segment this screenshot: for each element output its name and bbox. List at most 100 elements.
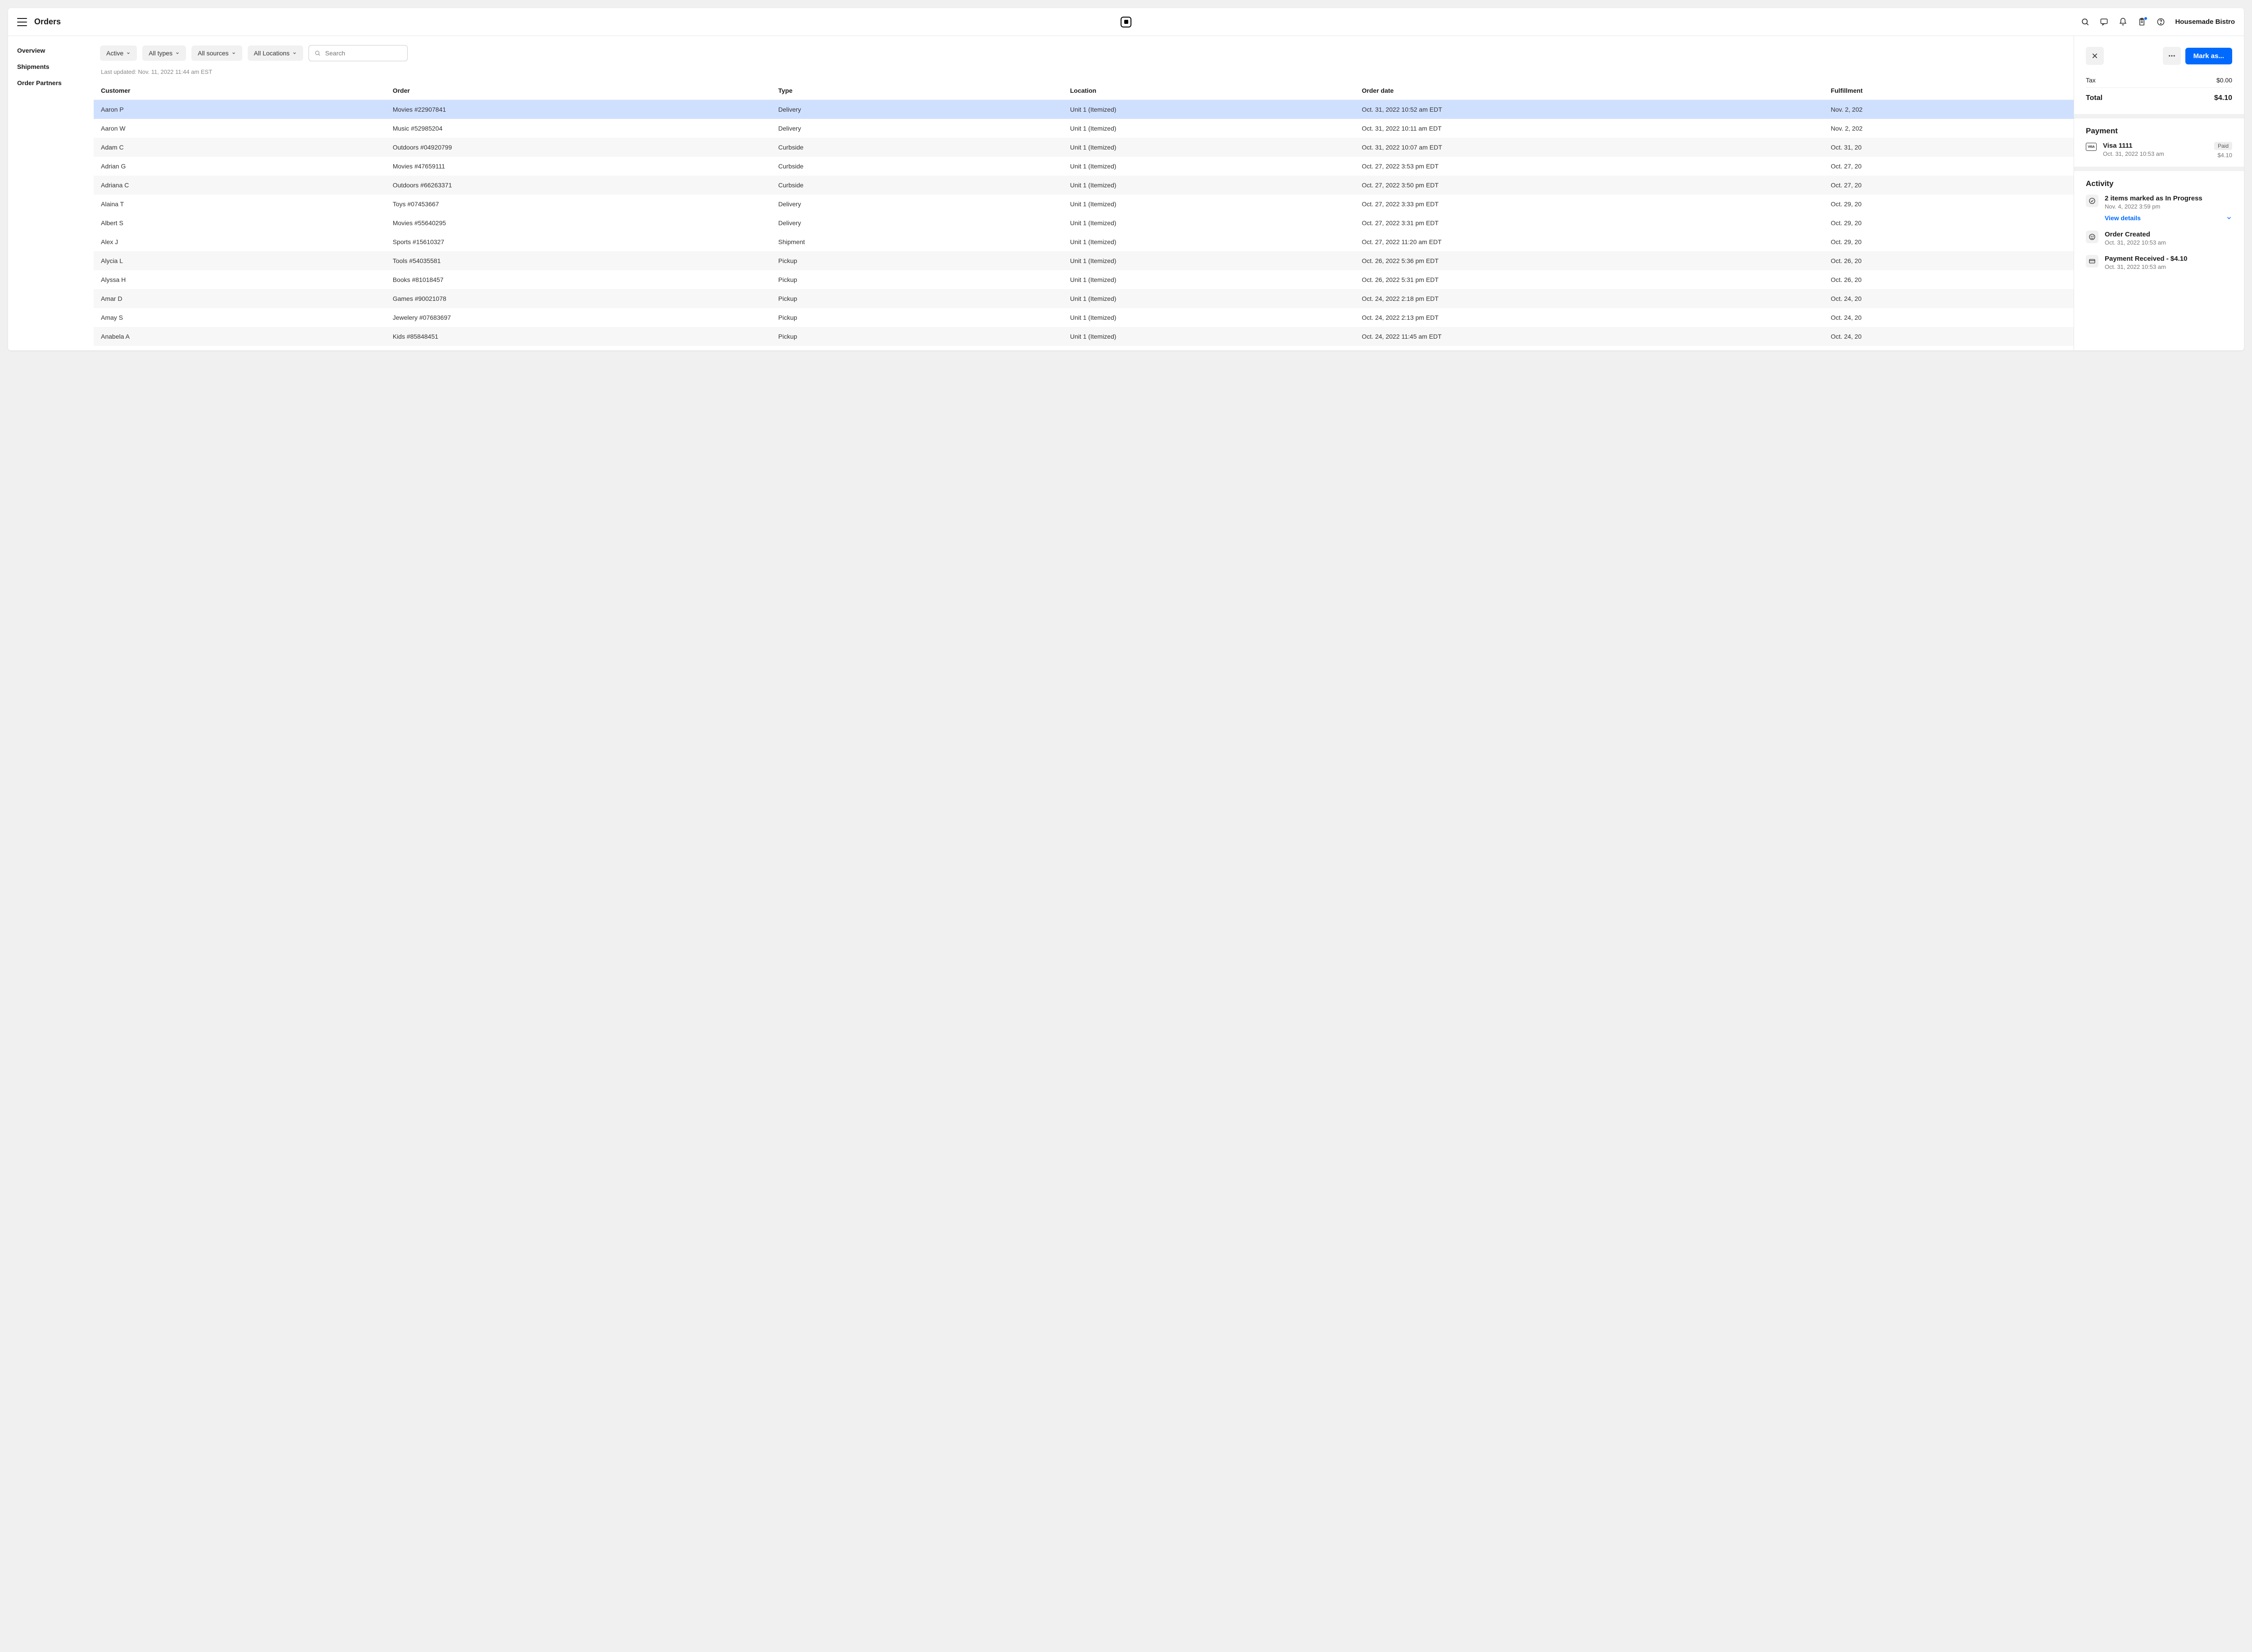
col-order[interactable]: Order	[386, 82, 771, 100]
chevron-down-icon	[232, 51, 236, 55]
activity-timestamp: Oct. 31, 2022 10:53 am	[2105, 263, 2232, 270]
cell-customer: Amay S	[94, 308, 386, 327]
close-button[interactable]	[2086, 47, 2104, 65]
table-row[interactable]: Anabela AKids #85848451PickupUnit 1 (Ite…	[94, 327, 2074, 346]
sidebar-item-overview[interactable]: Overview	[17, 47, 85, 54]
activity-section-title: Activity	[2086, 179, 2232, 188]
cell-date: Oct. 31, 2022 10:52 am EDT	[1355, 100, 1824, 119]
view-details-link[interactable]: View details	[2105, 214, 2232, 222]
cell-customer: Aaron W	[94, 119, 386, 138]
col-fulfillment[interactable]: Fulfillment	[1824, 82, 2074, 100]
cell-date: Oct. 26, 2022 5:36 pm EDT	[1355, 251, 1824, 270]
cell-order: Movies #55640295	[386, 213, 771, 232]
filter-types[interactable]: All types	[142, 45, 186, 61]
activity-title: 2 items marked as In Progress	[2105, 195, 2232, 202]
cell-order: Games #90021078	[386, 289, 771, 308]
cell-type: Delivery	[771, 195, 1063, 213]
close-icon	[2091, 52, 2098, 59]
visa-card-icon: VISA	[2086, 143, 2097, 151]
table-row[interactable]: Aaron WMusic #52985204DeliveryUnit 1 (It…	[94, 119, 2074, 138]
activity-title: Payment Received - $4.10	[2105, 255, 2232, 263]
chevron-down-icon	[175, 51, 180, 55]
cell-fulfillment: Oct. 27, 20	[1824, 157, 2074, 176]
tax-label: Tax	[2086, 77, 2096, 84]
activity-timestamp: Nov. 4, 2022 3:59 pm	[2105, 203, 2232, 210]
filter-locations[interactable]: All Locations	[248, 45, 303, 61]
filter-sources[interactable]: All sources	[191, 45, 242, 61]
table-row[interactable]: Alycia LTools #54035581PickupUnit 1 (Ite…	[94, 251, 2074, 270]
cell-date: Oct. 27, 2022 3:31 pm EDT	[1355, 213, 1824, 232]
table-row[interactable]: Amay SJewelery #07683697PickupUnit 1 (It…	[94, 308, 2074, 327]
col-location[interactable]: Location	[1063, 82, 1355, 100]
cell-date: Oct. 27, 2022 11:20 am EDT	[1355, 232, 1824, 251]
total-label: Total	[2086, 94, 2102, 102]
cell-fulfillment: Oct. 31, 20	[1824, 138, 2074, 157]
orders-table: Customer Order Type Location Order date …	[94, 82, 2074, 346]
cell-date: Oct. 24, 2022 11:45 am EDT	[1355, 327, 1824, 346]
payment-status-badge: Paid	[2214, 142, 2232, 150]
notification-dot-icon	[2144, 17, 2148, 20]
sidebar-item-order-partners[interactable]: Order Partners	[17, 79, 85, 86]
table-row[interactable]: Alyssa HBooks #81018457PickupUnit 1 (Ite…	[94, 270, 2074, 289]
chat-icon[interactable]	[2099, 18, 2108, 27]
filter-types-label: All types	[149, 50, 173, 57]
sidebar-item-shipments[interactable]: Shipments	[17, 63, 85, 70]
cell-location: Unit 1 (Itemized)	[1063, 195, 1355, 213]
cell-fulfillment: Oct. 29, 20	[1824, 195, 2074, 213]
search-box[interactable]	[309, 45, 408, 61]
tax-value: $0.00	[2216, 77, 2232, 84]
cell-type: Pickup	[771, 327, 1063, 346]
cell-customer: Alyssa H	[94, 270, 386, 289]
filter-locations-label: All Locations	[254, 50, 290, 57]
cell-customer: Aaron P	[94, 100, 386, 119]
help-icon[interactable]	[2156, 18, 2165, 27]
chevron-down-icon	[126, 51, 131, 55]
col-order-date[interactable]: Order date	[1355, 82, 1824, 100]
search-input[interactable]	[325, 50, 402, 57]
menu-icon[interactable]	[17, 18, 27, 26]
cell-date: Oct. 31, 2022 10:11 am EDT	[1355, 119, 1824, 138]
orders-table-wrap[interactable]: Customer Order Type Location Order date …	[94, 82, 2074, 350]
cell-date: Oct. 26, 2022 5:31 pm EDT	[1355, 270, 1824, 289]
cell-date: Oct. 31, 2022 10:07 am EDT	[1355, 138, 1824, 157]
cell-type: Pickup	[771, 289, 1063, 308]
table-row[interactable]: Alex JSports #15610327ShipmentUnit 1 (It…	[94, 232, 2074, 251]
cell-customer: Adam C	[94, 138, 386, 157]
table-row[interactable]: Adrian GMovies #47659111CurbsideUnit 1 (…	[94, 157, 2074, 176]
table-row[interactable]: Alaina TToys #07453667DeliveryUnit 1 (It…	[94, 195, 2074, 213]
smile-icon	[2086, 231, 2098, 243]
cell-fulfillment: Oct. 24, 20	[1824, 327, 2074, 346]
chevron-down-icon	[292, 51, 297, 55]
cell-type: Curbside	[771, 157, 1063, 176]
cell-order: Books #81018457	[386, 270, 771, 289]
clipboard-icon[interactable]	[2137, 18, 2146, 27]
table-row[interactable]: Adam COutdoors #04920799CurbsideUnit 1 (…	[94, 138, 2074, 157]
table-row[interactable]: Albert SMovies #55640295DeliveryUnit 1 (…	[94, 213, 2074, 232]
bell-icon[interactable]	[2118, 18, 2127, 27]
cell-location: Unit 1 (Itemized)	[1063, 213, 1355, 232]
cell-date: Oct. 27, 2022 3:53 pm EDT	[1355, 157, 1824, 176]
cell-order: Outdoors #66263371	[386, 176, 771, 195]
mark-as-button[interactable]: Mark as...	[2185, 48, 2232, 64]
table-row[interactable]: Aaron PMovies #22907841DeliveryUnit 1 (I…	[94, 100, 2074, 119]
main-content: Active All types All sources All Locatio…	[94, 36, 2074, 350]
cell-location: Unit 1 (Itemized)	[1063, 138, 1355, 157]
cell-customer: Alex J	[94, 232, 386, 251]
cell-order: Toys #07453667	[386, 195, 771, 213]
cell-customer: Alycia L	[94, 251, 386, 270]
account-name[interactable]: Housemade Bistro	[2175, 18, 2235, 26]
cell-order: Tools #54035581	[386, 251, 771, 270]
cell-fulfillment: Oct. 29, 20	[1824, 232, 2074, 251]
payment-method: Visa 1111	[2103, 142, 2208, 150]
filter-status[interactable]: Active	[100, 45, 137, 61]
col-customer[interactable]: Customer	[94, 82, 386, 100]
total-row: Total $4.10	[2086, 88, 2232, 106]
table-row[interactable]: Adriana COutdoors #66263371CurbsideUnit …	[94, 176, 2074, 195]
cell-location: Unit 1 (Itemized)	[1063, 176, 1355, 195]
col-type[interactable]: Type	[771, 82, 1063, 100]
filter-bar: Active All types All sources All Locatio…	[94, 36, 2074, 66]
more-button[interactable]	[2163, 47, 2181, 65]
cell-order: Sports #15610327	[386, 232, 771, 251]
search-icon[interactable]	[2080, 18, 2089, 27]
table-row[interactable]: Amar DGames #90021078PickupUnit 1 (Itemi…	[94, 289, 2074, 308]
